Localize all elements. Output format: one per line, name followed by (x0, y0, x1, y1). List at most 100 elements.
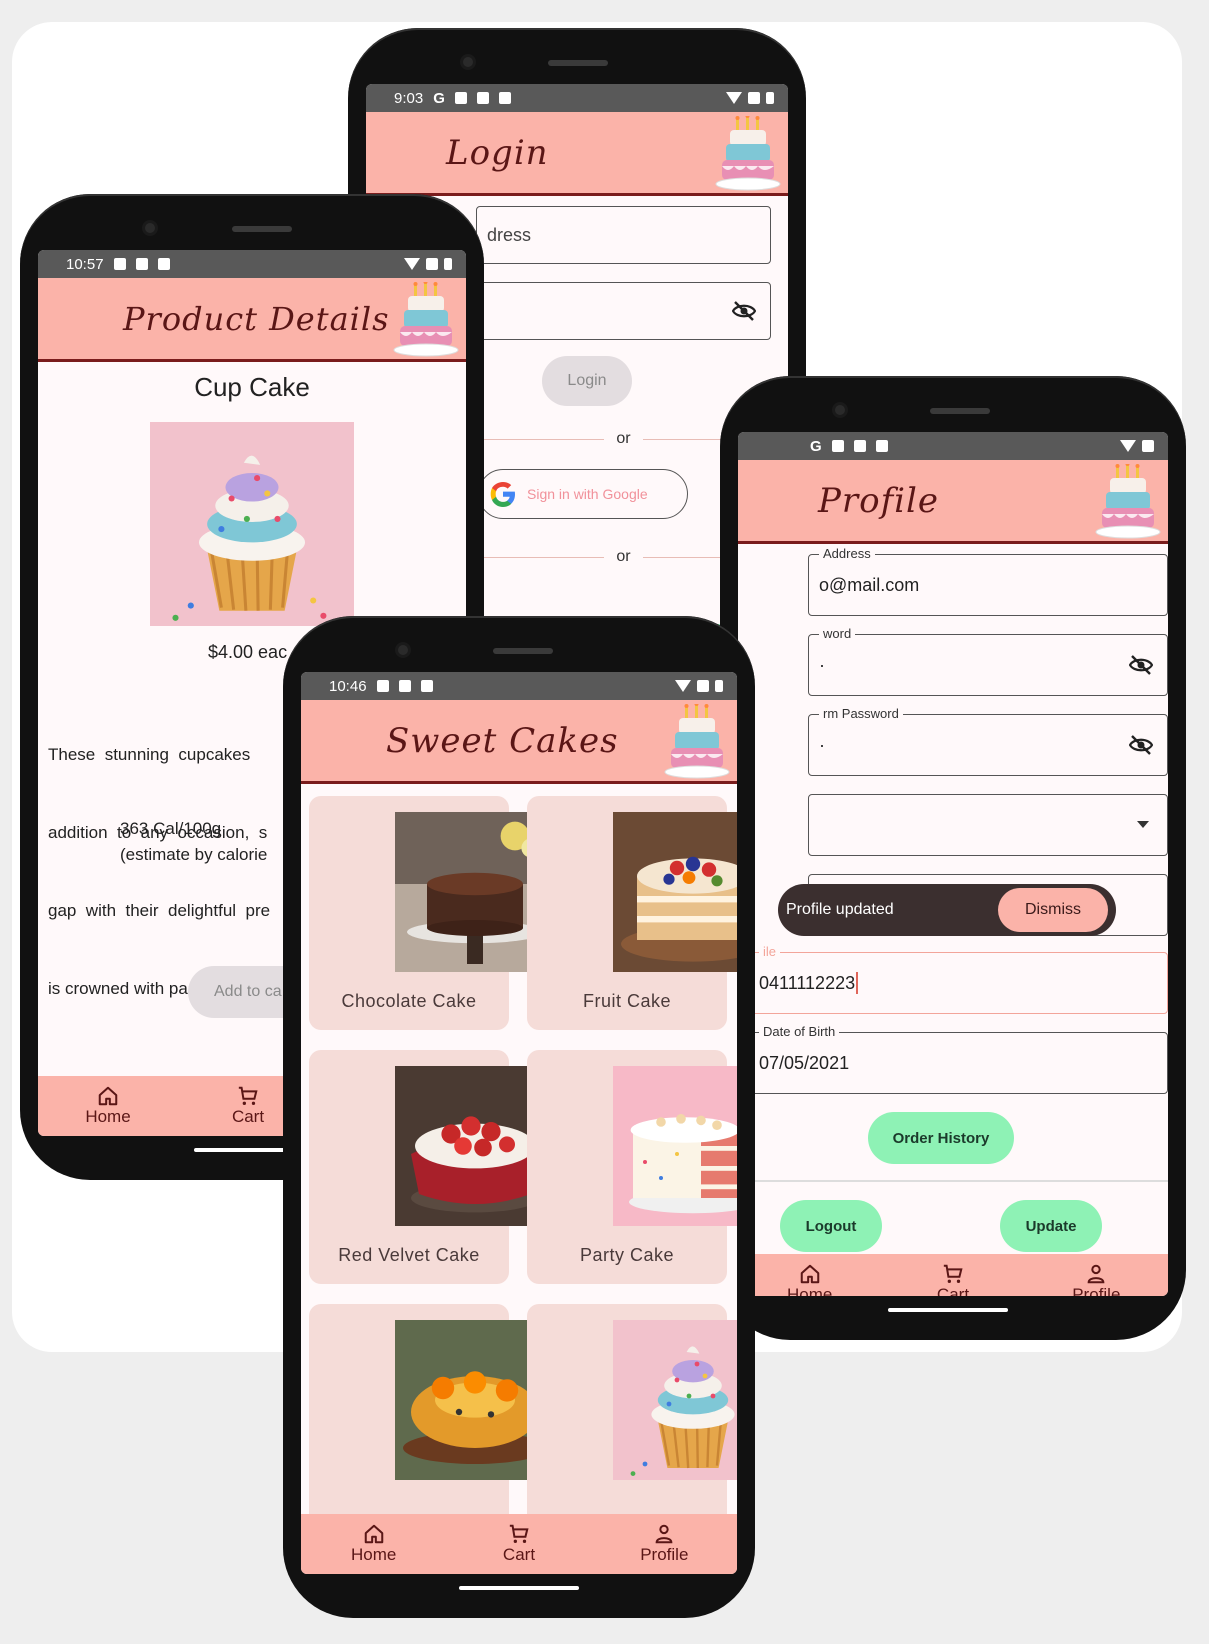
divider (748, 1180, 1168, 1182)
calories-line: (estimate by calorie (120, 845, 268, 864)
visibility-off-icon[interactable] (1129, 733, 1153, 757)
logout-button[interactable]: Logout (780, 1200, 882, 1252)
product-card-cupcake[interactable] (527, 1304, 727, 1538)
confirm-password-value: · (819, 734, 825, 755)
nav-profile-label: Profile (640, 1545, 689, 1564)
card-label: Red Velvet Cake (338, 1245, 480, 1265)
wifi-icon (726, 92, 742, 104)
product-image (543, 1320, 737, 1480)
product-card-chocolate[interactable]: Chocolate Cake (309, 796, 509, 1030)
sdcard-status-icon (476, 92, 489, 104)
phone-speaker (548, 60, 608, 66)
password-field[interactable] (476, 282, 771, 340)
email-field[interactable]: dress (476, 206, 771, 264)
product-image (543, 1066, 737, 1226)
password-value: · (819, 654, 825, 675)
a-status-icon (420, 680, 433, 692)
front-camera (142, 220, 158, 236)
nav-home[interactable]: Home (301, 1523, 446, 1565)
phone-speaker (232, 226, 292, 232)
nav-home-label: Home (85, 1107, 131, 1126)
order-history-label: Order History (892, 1129, 990, 1147)
wifi-icon (675, 680, 691, 692)
product-card-party[interactable]: Party Cake (527, 1050, 727, 1284)
cake-logo-icon (392, 282, 460, 358)
home-icon (799, 1263, 821, 1285)
card-label: Fruit Cake (582, 991, 672, 1011)
cake-logo-icon (663, 704, 731, 780)
nav-cart[interactable]: Cart (446, 1523, 591, 1565)
confirm-password-field[interactable]: rm Password · (808, 706, 1168, 776)
page-title: Product Details (123, 299, 390, 338)
status-bar: 10:46 (301, 672, 737, 700)
dropdown-field[interactable] (808, 794, 1168, 856)
or-label: or (616, 548, 631, 565)
battery-icon (766, 92, 774, 104)
wifi-icon (404, 258, 420, 270)
nav-profile-label: Profile (1072, 1285, 1121, 1296)
mobile-field[interactable]: ile 0411112223 (748, 944, 1168, 1014)
dismiss-label: Dismiss (1025, 901, 1081, 918)
order-history-button[interactable]: Order History (868, 1112, 1014, 1164)
description-line: These stunning cupcakes (48, 745, 251, 764)
login-app-bar: Login (366, 112, 788, 196)
logout-label: Logout (805, 1217, 857, 1235)
status-time: 9:03 (394, 89, 424, 107)
battery-icon (715, 680, 723, 692)
home-icon (97, 1085, 119, 1107)
nav-cart[interactable]: Cart (881, 1263, 1024, 1296)
sweet-cakes-phone: 10:46 Sweet Cakes Chocolate Cake Fruit C… (283, 616, 755, 1618)
visibility-off-icon[interactable] (732, 299, 756, 323)
email-value: o@mail.com (819, 574, 920, 595)
person-icon (1085, 1263, 1107, 1285)
phone-speaker (493, 648, 553, 654)
google-sign-in-button[interactable]: Sign in with Google (478, 469, 688, 519)
update-button[interactable]: Update (1000, 1200, 1102, 1252)
dismiss-button[interactable]: Dismiss (998, 888, 1108, 932)
nav-profile[interactable]: Profile (1025, 1263, 1168, 1296)
snackbar-text: Profile updated (786, 901, 894, 918)
nav-home-label: Home (350, 1545, 397, 1564)
shield-status-icon (454, 92, 467, 104)
email-field-label: Address (819, 546, 875, 561)
status-bar: G (738, 432, 1168, 460)
product-price: $4.00 eac (208, 642, 288, 662)
date-of-birth-field[interactable]: Date of Birth 07/05/2021 (748, 1024, 1168, 1094)
description-line: gap with their delightful pre (48, 901, 271, 920)
dob-field-label: Date of Birth (759, 1024, 840, 1039)
front-camera (460, 54, 476, 70)
login-button[interactable]: Login (542, 356, 632, 406)
sweet-cakes-screen: 10:46 Sweet Cakes Chocolate Cake Fruit C… (301, 672, 737, 1574)
nav-home[interactable]: Home (738, 1263, 881, 1296)
card-label: Party Cake (579, 1245, 675, 1265)
product-image (150, 422, 354, 626)
product-card-orange[interactable] (309, 1304, 509, 1538)
nav-profile[interactable]: Profile (592, 1523, 737, 1565)
shield-status-icon (376, 680, 389, 692)
a-status-icon (157, 258, 170, 270)
snackbar: Profile updated Dismiss (778, 884, 1116, 936)
dob-value: 07/05/2021 (759, 1052, 850, 1073)
battery-icon (444, 258, 452, 270)
visibility-off-icon[interactable] (1129, 653, 1153, 677)
sdcard-status-icon (135, 258, 148, 270)
text-cursor (856, 972, 859, 994)
product-card-fruit[interactable]: Fruit Cake (527, 796, 727, 1030)
email-field[interactable]: Address o@mail.com (808, 546, 1168, 616)
mobile-field-label: ile (759, 944, 781, 959)
calories-line: 363 Cal/100g (120, 819, 222, 838)
cart-icon (508, 1523, 530, 1545)
password-field[interactable]: word · (808, 626, 1168, 696)
password-field-label: word (819, 626, 856, 641)
email-input-text: dress (487, 224, 532, 245)
a-status-icon (498, 92, 511, 104)
login-button-label: Login (567, 372, 607, 389)
card-label: Chocolate Cake (341, 991, 477, 1011)
google-status-icon: G (810, 437, 822, 455)
nav-home[interactable]: Home (38, 1085, 178, 1127)
nav-cart-label: Cart (502, 1545, 536, 1564)
confirm-password-label: rm Password (819, 706, 903, 721)
product-card-red-velvet[interactable]: Red Velvet Cake (309, 1050, 509, 1284)
front-camera (395, 642, 411, 658)
nav-home-label: Home (786, 1285, 833, 1296)
